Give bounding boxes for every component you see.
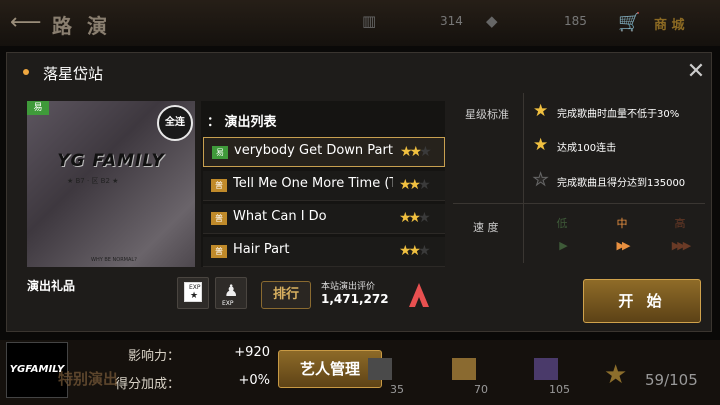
- song-name: What Can I Do: [233, 209, 327, 224]
- gift-label: 演出礼品: [27, 279, 76, 293]
- reward-count-2: 70: [474, 383, 488, 396]
- criteria-text: 达成100连击: [557, 143, 617, 154]
- person-icon: ♟: [224, 281, 239, 300]
- reward-chest-icon: [452, 358, 476, 380]
- reward-item-1: 35: [360, 358, 404, 396]
- triple-arrow-icon: ▶▶▶: [671, 239, 691, 252]
- back-arrow-icon[interactable]: ⟵: [10, 10, 42, 35]
- exp-card-icon: EXP ★: [184, 282, 202, 302]
- song-name: Tell Me One More Time (Th: [233, 176, 393, 191]
- stage-detail-modal: 落星岱站 ✕ 易 全连 YG FAMILY ★ B7 · 区 B2 ★ WHY …: [6, 52, 712, 332]
- song-stars: ★★★: [399, 177, 431, 193]
- song-stars: ★★★: [400, 144, 432, 160]
- speed-low-option[interactable]: 低 ▶: [537, 215, 587, 259]
- album-footer-art: WHY BE NORMAL?: [91, 257, 137, 263]
- song-list-header: ： 演出列表: [207, 115, 277, 130]
- speed-divider: [453, 203, 705, 204]
- reward-item-2: 70: [444, 358, 488, 396]
- song-stars: ★★★: [399, 243, 431, 259]
- speed-mid-option[interactable]: 中 ▶▶: [597, 215, 647, 259]
- progress-star-icon: ★: [604, 360, 628, 390]
- album-subtitle-art: ★ B7 · 区 B2 ★: [67, 177, 119, 185]
- play-arrow-icon: ▶: [559, 239, 567, 252]
- star-criteria-label: 星级标准: [465, 108, 509, 121]
- speed-name: 低: [556, 217, 568, 230]
- criteria-text: 完成歌曲且得分达到135000: [557, 178, 686, 189]
- song-difficulty-tag: 普: [211, 179, 227, 192]
- difficulty-tag: 易: [27, 101, 49, 115]
- grade-a-icon: [409, 283, 429, 307]
- shop-button[interactable]: 🛒 商 城: [618, 10, 714, 36]
- song-difficulty-tag: 普: [211, 245, 227, 258]
- criteria-row: ★ 完成歌曲且得分达到135000: [532, 170, 705, 194]
- diamond-icon: ◆: [486, 12, 498, 30]
- top-stat-1: 314: [440, 14, 463, 28]
- empty-star-icon: ★: [532, 170, 549, 191]
- song-list: ： 演出列表 易 verybody Get Down Part 2 ★★★ 普 …: [201, 101, 445, 267]
- page-title: 路 演: [52, 14, 111, 38]
- influence-label: 影响力：: [127, 349, 180, 364]
- reward-box-icon: [368, 358, 392, 380]
- grade-a-shape: [409, 283, 429, 307]
- song-name: verybody Get Down Part 2: [234, 143, 394, 158]
- song-difficulty-tag: 普: [211, 212, 227, 225]
- song-stars: ★★★: [399, 210, 431, 226]
- special-show-label: 特别演出: [58, 370, 119, 388]
- reward-count-1: 35: [390, 383, 404, 396]
- song-row[interactable]: 普 What Can I Do ★★★: [203, 204, 445, 234]
- song-row[interactable]: 普 Tell Me One More Time (Th ★★★: [203, 171, 445, 201]
- title-bullet-icon: [23, 69, 29, 75]
- reward-item-3: 105: [526, 358, 570, 396]
- modal-title: 落星岱站: [43, 65, 104, 83]
- song-row[interactable]: 易 verybody Get Down Part 2 ★★★: [203, 137, 445, 167]
- double-arrow-icon: ▶▶: [616, 239, 631, 252]
- speed-name: 中: [616, 217, 628, 230]
- close-icon[interactable]: ✕: [683, 59, 709, 85]
- criteria-row: ★ 达成100连击: [533, 135, 705, 159]
- speed-high-option[interactable]: 高 ▶▶▶: [655, 215, 705, 259]
- top-stat-2: 185: [564, 14, 587, 28]
- left-pane: 易 全连 YG FAMILY ★ B7 · 区 B2 ★ WHY BE NORM…: [21, 93, 445, 327]
- right-pane: 星级标准 ★ 完成歌曲时血量不低于30% ★ 达成100连击 ★ 完成歌曲且得分…: [453, 93, 705, 263]
- star-icon: ★: [533, 135, 549, 155]
- reward-count-3: 105: [549, 383, 570, 396]
- album-title-art: YG FAMILY: [57, 151, 165, 171]
- artist-exp-text: EXP: [222, 300, 234, 307]
- score-bonus-label: 得分加成：: [114, 377, 180, 392]
- criteria-divider: [523, 93, 524, 263]
- song-difficulty-tag: 易: [212, 146, 228, 159]
- cart-icon: 🛒: [618, 12, 641, 33]
- speed-label: 速 度: [473, 221, 499, 234]
- score-bonus-value: +0%: [238, 373, 270, 388]
- criteria-row: ★ 完成歌曲时血量不低于30%: [533, 101, 705, 125]
- ranking-button[interactable]: 排行: [261, 281, 311, 309]
- speed-name: 高: [674, 217, 686, 230]
- reward-gift-icon: [534, 358, 558, 380]
- shop-label: 商 城: [654, 18, 685, 33]
- criteria-text: 完成歌曲时血量不低于30%: [557, 109, 680, 120]
- exp-card-text: EXP: [189, 284, 201, 291]
- influence-value: +920: [234, 345, 270, 360]
- song-name: Hair Part: [233, 242, 290, 257]
- exp-card-gift[interactable]: EXP ★: [177, 277, 209, 309]
- full-combo-badge: 全连: [157, 105, 193, 141]
- influence-row: 影响力： +920: [76, 345, 270, 365]
- album-cover: 易 全连 YG FAMILY ★ B7 · 区 B2 ★ WHY BE NORM…: [27, 101, 195, 267]
- book-icon: ▥: [362, 12, 377, 30]
- start-button[interactable]: 开 始: [583, 279, 701, 323]
- star-progress: 59/105: [645, 371, 698, 389]
- star-icon: ★: [533, 101, 549, 121]
- rating-value: 1,471,272: [321, 292, 389, 306]
- song-row[interactable]: 普 Hair Part ★★★: [203, 237, 445, 267]
- rating-label: 本站演出评价: [321, 282, 376, 292]
- artist-exp-gift[interactable]: ♟ EXP: [215, 277, 247, 309]
